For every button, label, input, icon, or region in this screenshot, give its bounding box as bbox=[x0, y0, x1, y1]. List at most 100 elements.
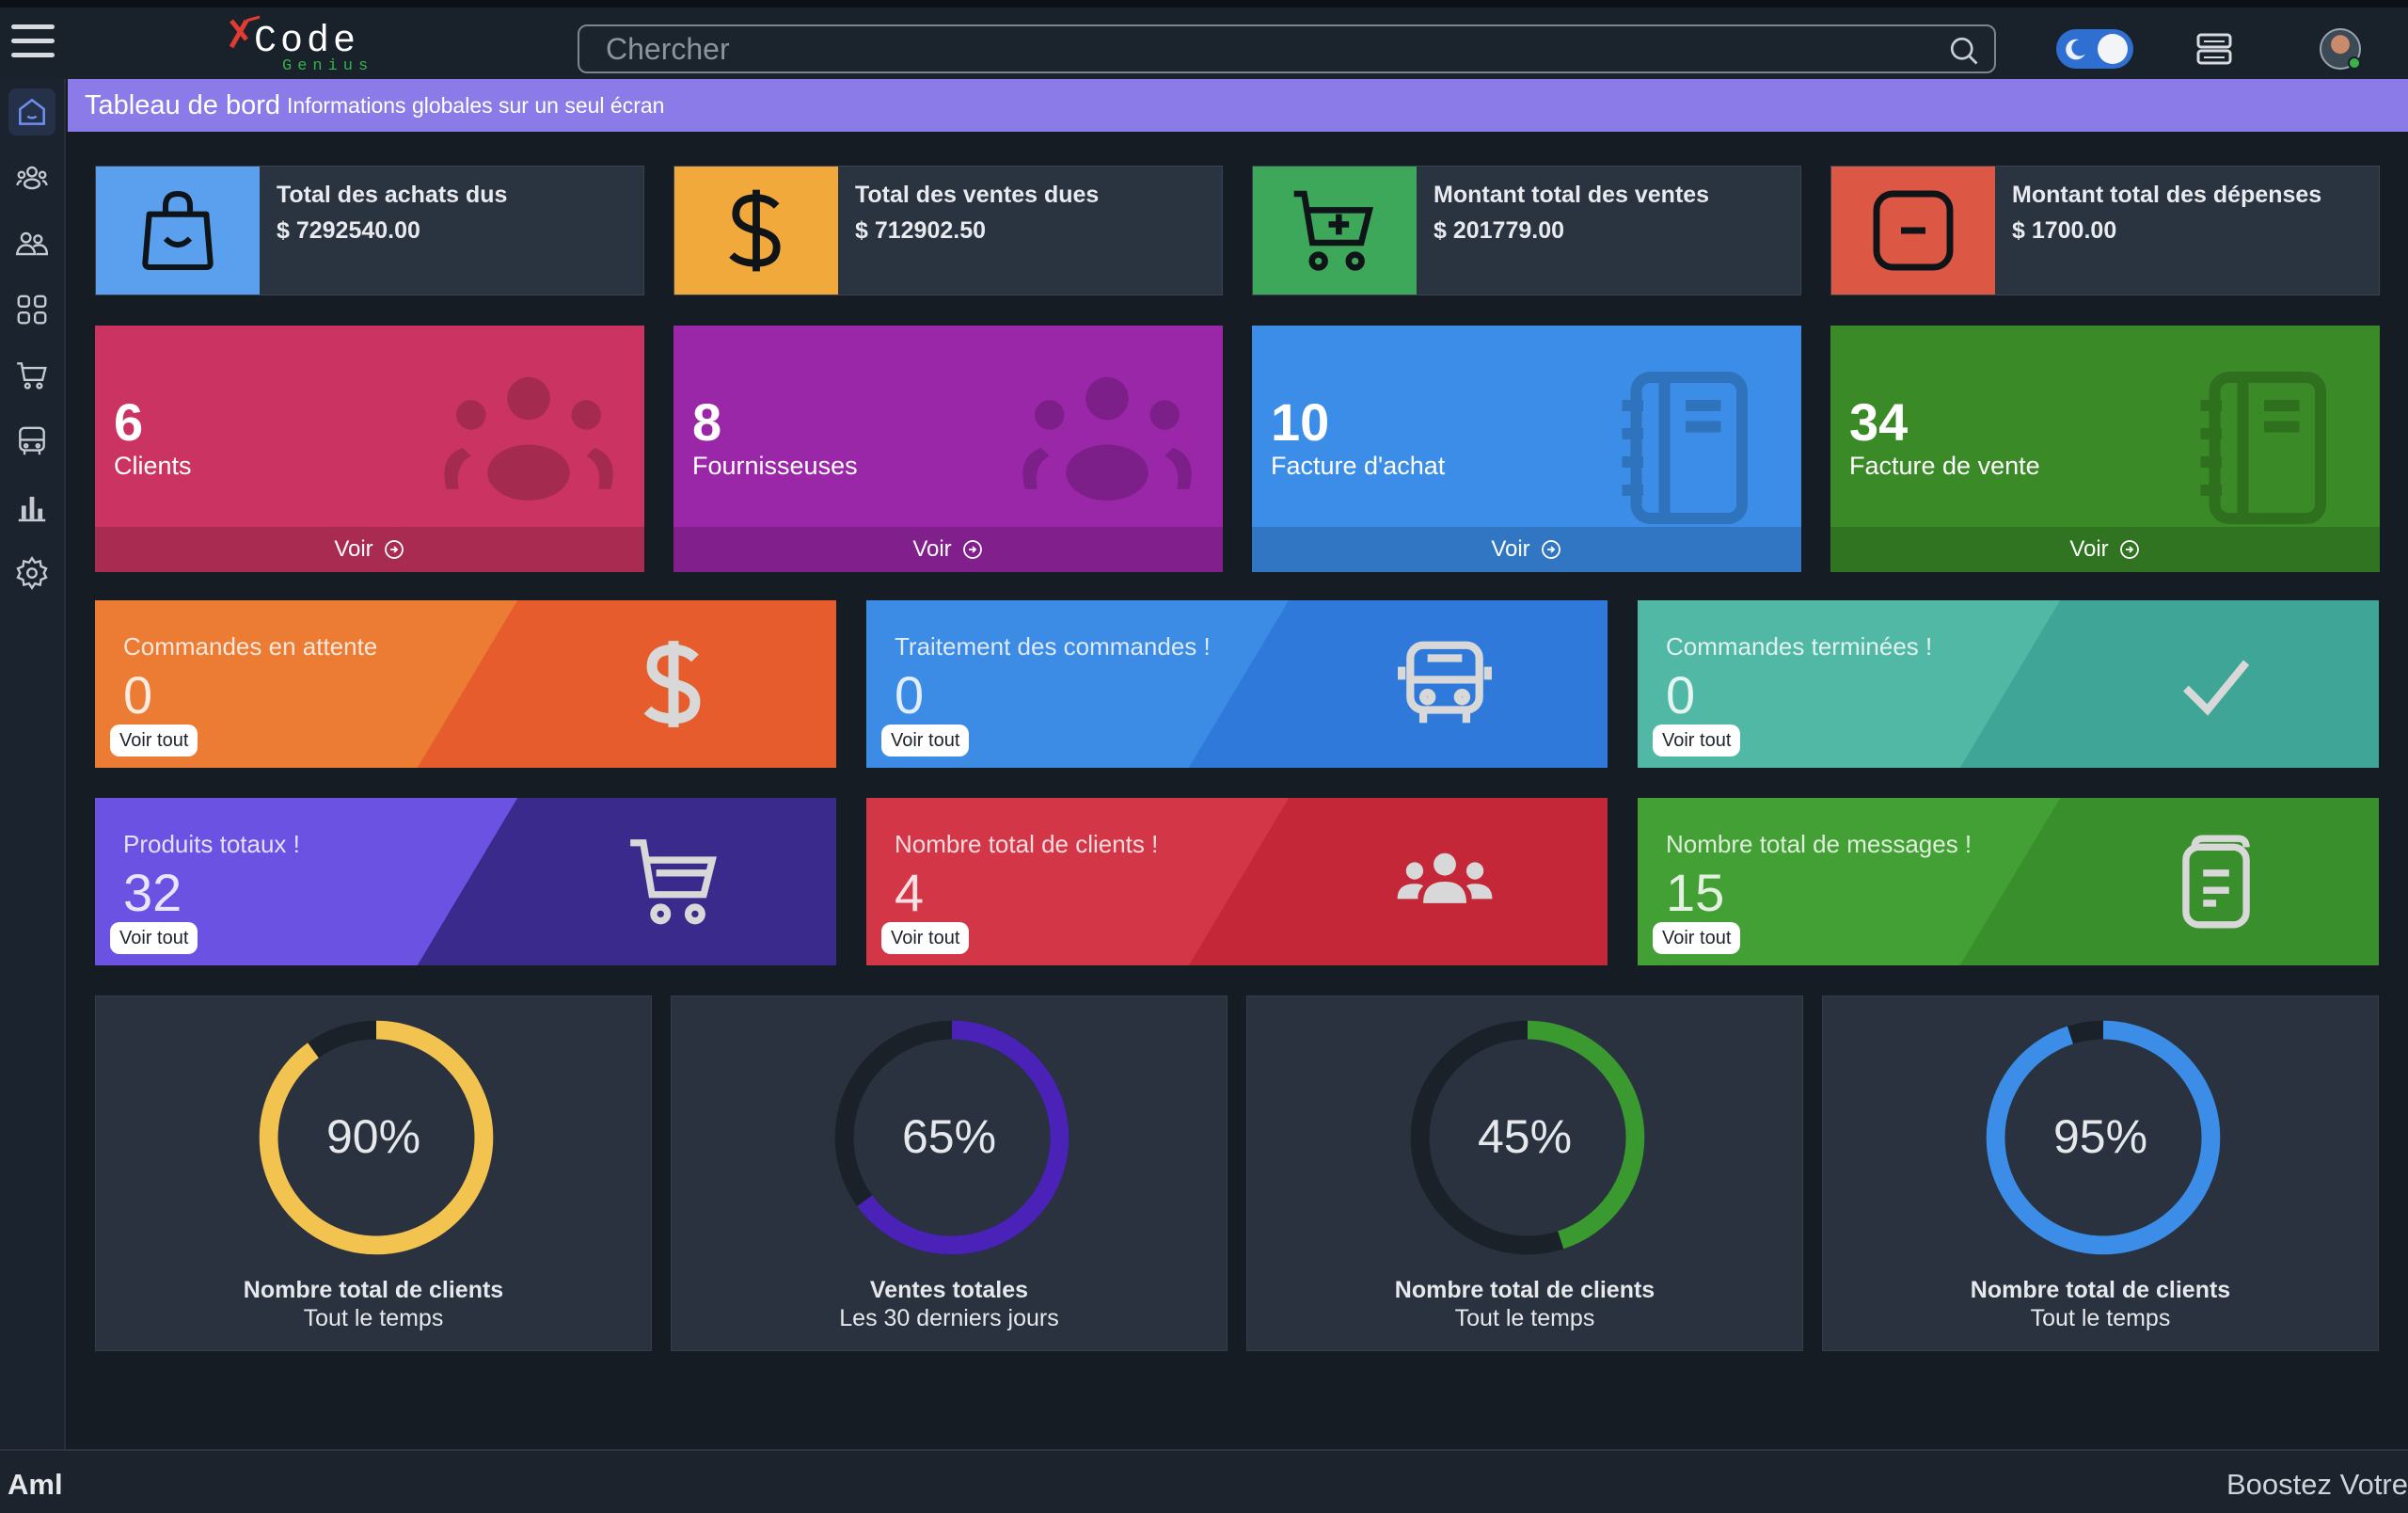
view-all-button[interactable]: Voir tout bbox=[110, 725, 198, 756]
users-icon bbox=[1397, 852, 1493, 903]
order-label: Commandes en attente bbox=[123, 632, 378, 661]
count-caption: Facture de vente bbox=[1849, 452, 2040, 480]
avatar[interactable] bbox=[2320, 28, 2361, 70]
count-number: 34 bbox=[1849, 392, 1909, 452]
dollar-icon bbox=[729, 189, 781, 272]
order-value: 32 bbox=[123, 863, 182, 922]
sidebar-item-reports[interactable] bbox=[8, 484, 55, 531]
sidebar-item-home[interactable] bbox=[8, 88, 55, 135]
bus-icon bbox=[1398, 641, 1492, 724]
view-link[interactable]: Voir bbox=[95, 527, 644, 572]
order-value: 0 bbox=[1666, 665, 1696, 725]
stat-card-purchases-due: Total des achats dus $ 7292540.00 bbox=[95, 166, 644, 295]
count-number: 6 bbox=[114, 392, 144, 452]
order-label: Nombre total de messages ! bbox=[1666, 830, 1972, 858]
sidebar-item-users[interactable] bbox=[8, 154, 55, 201]
bottom-bar: Aml Boostez Votre bbox=[0, 1449, 2408, 1513]
gauge-title: Ventes totales bbox=[869, 1277, 1029, 1303]
order-card-processing: Traitement des commandes ! 0 Voir tout bbox=[866, 600, 1608, 768]
sidebar-item-settings[interactable] bbox=[8, 549, 55, 597]
search-icon[interactable] bbox=[1947, 34, 1981, 68]
stat-icon-box bbox=[674, 167, 838, 295]
sidebar-item-customers[interactable] bbox=[8, 220, 55, 267]
order-card-pending: Commandes en attente 0 Voir tout bbox=[95, 600, 836, 768]
gauge-card: 65% Ventes totales Les 30 derniers jours bbox=[671, 995, 1228, 1351]
stat-card-total-sales: Montant total des ventes $ 201779.00 bbox=[1252, 166, 1801, 295]
gauge-title: Nombre total de clients bbox=[1394, 1277, 1656, 1303]
page-title: Tableau de bord bbox=[85, 90, 280, 120]
stat-icon-box bbox=[1831, 167, 1995, 295]
stat-icon-box bbox=[1253, 167, 1417, 295]
stat-label: Montant total des dépenses bbox=[2012, 182, 2322, 208]
gauge-title: Nombre total de clients bbox=[1970, 1277, 2231, 1303]
count-card-sales-invoices: 34 Facture de vente Voir bbox=[1830, 326, 2380, 572]
count-caption: Facture d'achat bbox=[1271, 452, 1446, 480]
gauge-percent: 95% bbox=[2052, 1110, 2148, 1163]
menu-icon[interactable] bbox=[11, 24, 55, 62]
view-link[interactable]: Voir bbox=[1252, 527, 1801, 572]
dollar-icon bbox=[643, 641, 701, 727]
gauge-subtitle: Tout le temps bbox=[303, 1305, 444, 1331]
gauge-subtitle: Tout le temps bbox=[2030, 1305, 2171, 1331]
cart-icon bbox=[17, 362, 47, 390]
order-card-completed: Commandes terminées ! 0 Voir tout bbox=[1638, 600, 2379, 768]
search-bar bbox=[578, 24, 1996, 73]
view-link-label: Voir bbox=[2069, 536, 2109, 562]
sidebar bbox=[0, 79, 66, 1449]
top-bar: Code Genius bbox=[0, 0, 2408, 79]
order-card-messages: Nombre total de messages ! 15 Voir tout bbox=[1638, 798, 2379, 965]
arrow-circle-right-icon bbox=[1541, 540, 1560, 559]
view-link-label: Voir bbox=[334, 536, 373, 562]
view-all-button[interactable]: Voir tout bbox=[1653, 922, 1741, 954]
count-number: 10 bbox=[1271, 392, 1330, 452]
notebook-icon bbox=[1622, 372, 1748, 524]
gauge-percent: 45% bbox=[1477, 1110, 1573, 1163]
order-value: 4 bbox=[895, 863, 925, 922]
shopping-bag-icon bbox=[142, 190, 214, 271]
gauge-percent: 65% bbox=[901, 1110, 997, 1163]
order-value: 15 bbox=[1666, 863, 1725, 922]
stat-icon-box bbox=[96, 167, 260, 295]
view-all-button[interactable]: Voir tout bbox=[110, 922, 198, 954]
order-label: Produits totaux ! bbox=[123, 830, 300, 858]
search-input[interactable] bbox=[606, 32, 1923, 66]
order-label: Commandes terminées ! bbox=[1666, 632, 1933, 661]
gauge-title: Nombre total de clients bbox=[243, 1277, 504, 1303]
view-all-button[interactable]: Voir tout bbox=[1653, 725, 1741, 756]
gauge-percent: 90% bbox=[325, 1110, 421, 1163]
order-label: Traitement des commandes ! bbox=[895, 632, 1211, 661]
online-status-dot bbox=[2348, 56, 2361, 70]
theme-toggle[interactable] bbox=[2056, 29, 2133, 69]
sidebar-item-delivery[interactable] bbox=[8, 418, 55, 465]
count-caption: Clients bbox=[114, 452, 192, 480]
gear-icon bbox=[16, 556, 48, 590]
stat-value: $ 1700.00 bbox=[2012, 217, 2117, 244]
arrow-circle-right-icon bbox=[962, 540, 982, 559]
breadcrumb: Tableau de bord Informations globales su… bbox=[68, 79, 2408, 132]
count-number: 8 bbox=[692, 392, 722, 452]
stat-card-total-expenses: Montant total des dépenses $ 1700.00 bbox=[1830, 166, 2380, 295]
gauge-subtitle: Les 30 derniers jours bbox=[839, 1305, 1059, 1331]
users-icon bbox=[444, 376, 613, 501]
stat-value: $ 712902.50 bbox=[855, 217, 987, 244]
page-subtitle: Informations globales sur un seul écran bbox=[287, 93, 665, 118]
gauge-subtitle: Tout le temps bbox=[1454, 1305, 1595, 1331]
view-link[interactable]: Voir bbox=[673, 527, 1223, 572]
gauge-card: 90% Nombre total de clients Tout le temp… bbox=[95, 995, 652, 1351]
document-icon bbox=[2182, 835, 2250, 929]
sidebar-item-purchases[interactable] bbox=[8, 352, 55, 399]
view-link[interactable]: Voir bbox=[1830, 527, 2380, 572]
view-all-button[interactable]: Voir tout bbox=[881, 922, 970, 954]
server-icon[interactable] bbox=[2195, 32, 2233, 66]
count-card-clients: 6 Clients Voir bbox=[95, 326, 644, 572]
view-link-label: Voir bbox=[912, 536, 952, 562]
sidebar-item-categories[interactable] bbox=[8, 286, 55, 333]
toggle-knob bbox=[2098, 34, 2128, 64]
logo-subtext: Genius bbox=[282, 57, 373, 73]
notebook-icon bbox=[2200, 372, 2326, 524]
minus-square-icon bbox=[1873, 190, 1954, 271]
order-card-customers: Nombre total de clients ! 4 Voir tout bbox=[866, 798, 1608, 965]
order-value: 0 bbox=[123, 665, 153, 725]
view-all-button[interactable]: Voir tout bbox=[881, 725, 970, 756]
gauge-card: 45% Nombre total de clients Tout le temp… bbox=[1246, 995, 1803, 1351]
